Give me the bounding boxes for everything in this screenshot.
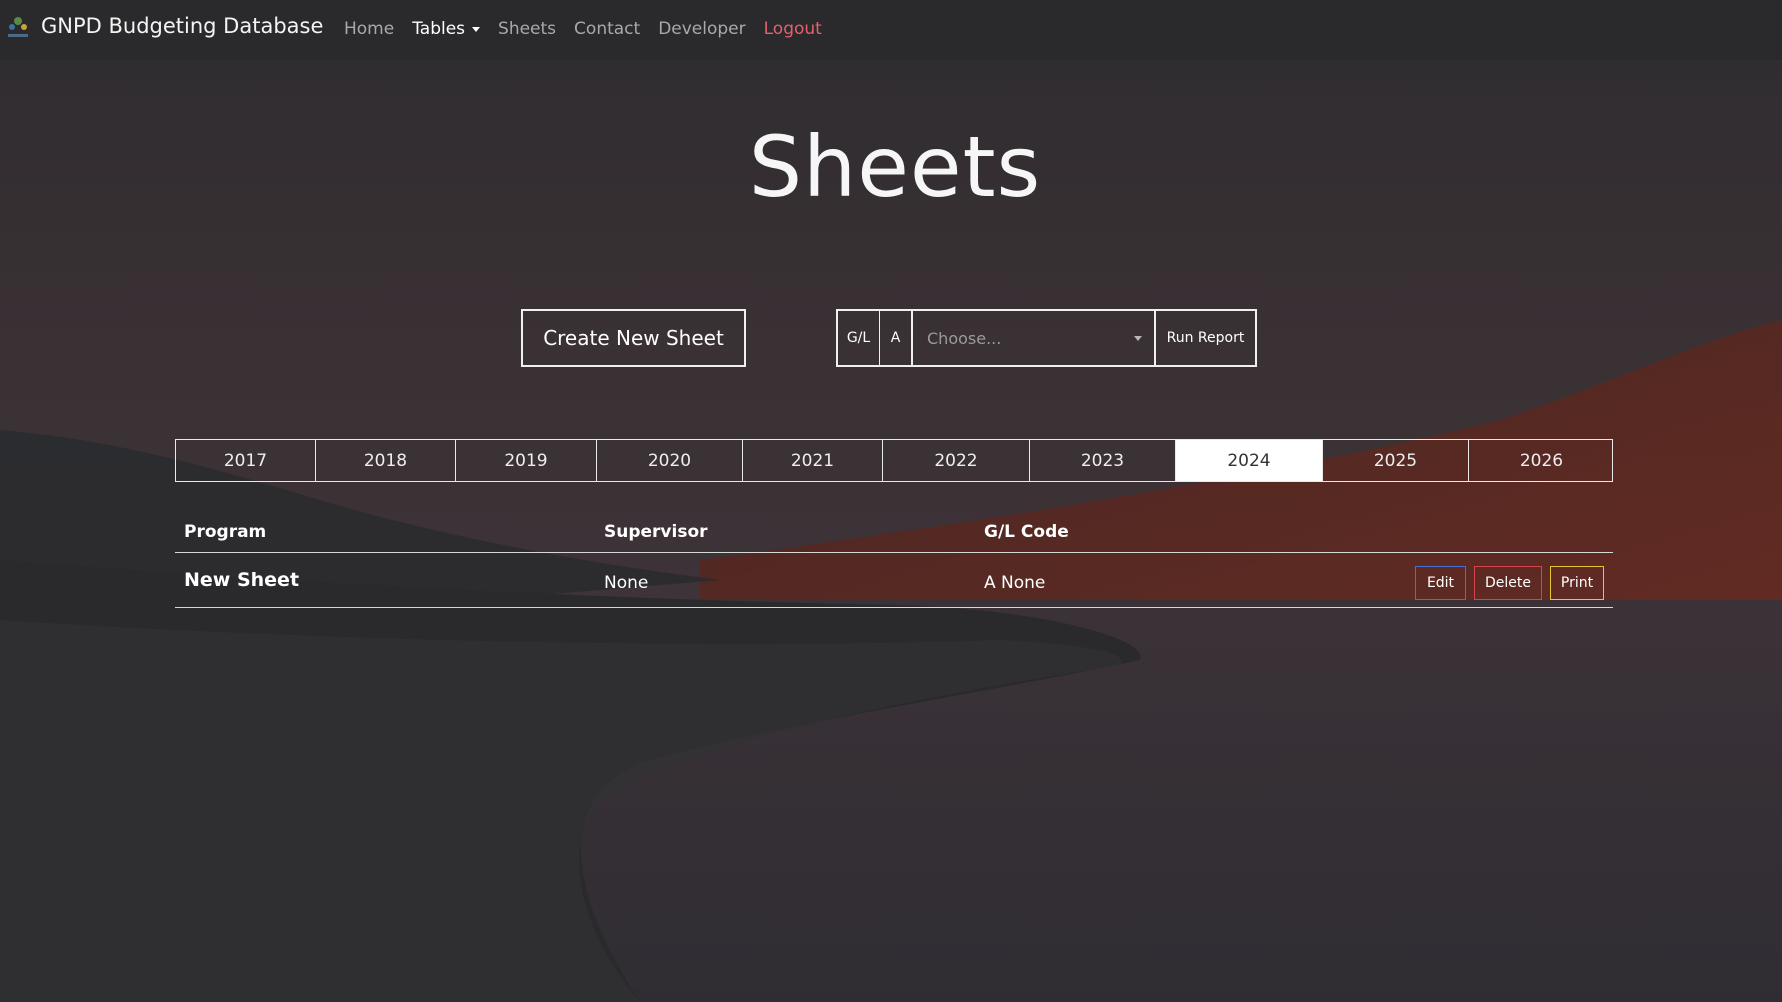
nav-logout[interactable]: Logout bbox=[764, 19, 822, 39]
top-navbar: GNPD Budgeting Database Home Tables Shee… bbox=[0, 0, 1782, 60]
print-button[interactable]: Print bbox=[1550, 566, 1604, 600]
table-row: New Sheet None A None Edit Delete Print bbox=[175, 553, 1613, 608]
nav-home[interactable]: Home bbox=[344, 19, 394, 39]
brand-logo-icon[interactable] bbox=[2, 12, 34, 44]
year-tab-2023[interactable]: 2023 bbox=[1030, 440, 1176, 481]
create-new-sheet-button[interactable]: Create New Sheet bbox=[521, 309, 746, 367]
year-tab-2021[interactable]: 2021 bbox=[743, 440, 883, 481]
table-header: Program Supervisor G/L Code bbox=[175, 510, 1613, 553]
gl-code-select-placeholder: Choose... bbox=[927, 328, 1002, 348]
select-caret-icon bbox=[1134, 336, 1142, 341]
chevron-down-icon bbox=[472, 26, 481, 32]
year-tab-2018[interactable]: 2018 bbox=[316, 440, 456, 481]
run-report-button[interactable]: Run Report bbox=[1154, 309, 1257, 367]
edit-button[interactable]: Edit bbox=[1415, 566, 1466, 600]
gl-label: G/L bbox=[836, 309, 880, 367]
header-supervisor: Supervisor bbox=[604, 522, 708, 542]
year-tab-2019[interactable]: 2019 bbox=[456, 440, 597, 481]
year-tab-2025[interactable]: 2025 bbox=[1323, 440, 1469, 481]
year-tab-2026[interactable]: 2026 bbox=[1469, 440, 1614, 481]
gl-prefix-label: A bbox=[880, 309, 912, 367]
nav-tables-label: Tables bbox=[412, 19, 466, 39]
nav-links: Home Tables Sheets Contact Developer Log… bbox=[344, 19, 840, 39]
nav-sheets[interactable]: Sheets bbox=[498, 19, 556, 39]
year-tab-2024[interactable]: 2024 bbox=[1176, 440, 1323, 481]
year-tabs: 2017 2018 2019 2020 2021 2022 2023 2024 … bbox=[175, 439, 1613, 482]
cell-program: New Sheet bbox=[184, 569, 300, 591]
cell-supervisor: None bbox=[604, 573, 649, 593]
brand-name[interactable]: GNPD Budgeting Database bbox=[41, 14, 323, 38]
delete-button[interactable]: Delete bbox=[1474, 566, 1542, 600]
cell-gl-code: A None bbox=[984, 573, 1046, 593]
sheets-table: Program Supervisor G/L Code New Sheet No… bbox=[175, 510, 1613, 608]
header-program: Program bbox=[184, 522, 267, 542]
nav-tables-dropdown[interactable]: Tables bbox=[412, 19, 481, 39]
report-group: G/L A Choose... Run Report bbox=[836, 309, 1257, 367]
year-tab-2020[interactable]: 2020 bbox=[597, 440, 743, 481]
page-title: Sheets bbox=[748, 118, 1042, 216]
nav-developer[interactable]: Developer bbox=[658, 19, 745, 39]
year-tab-2022[interactable]: 2022 bbox=[883, 440, 1030, 481]
gl-code-select[interactable]: Choose... bbox=[912, 309, 1154, 367]
year-tab-2017[interactable]: 2017 bbox=[176, 440, 316, 481]
header-gl-code: G/L Code bbox=[984, 522, 1069, 542]
nav-contact[interactable]: Contact bbox=[574, 19, 640, 39]
